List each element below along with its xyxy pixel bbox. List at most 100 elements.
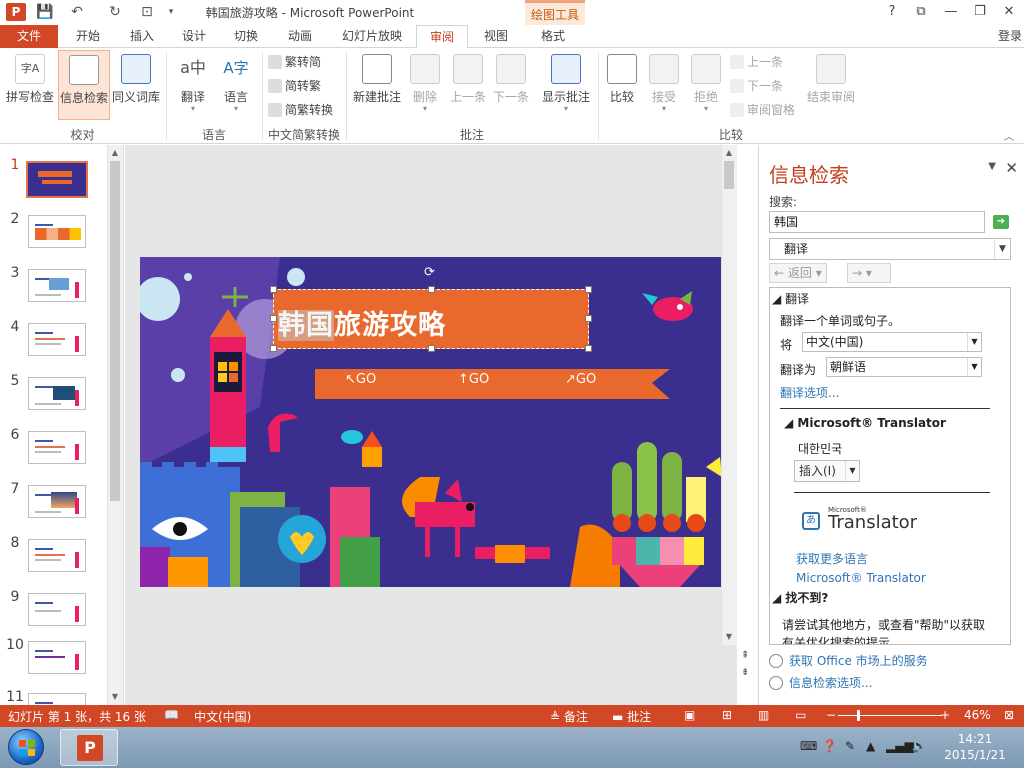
delete-comment-button[interactable]: 删除 ▾ [406,50,444,120]
section-translate-header[interactable]: ◢ 翻译 [772,290,809,307]
language-button[interactable]: A字 语言 ▾ [216,50,256,120]
tab-insert[interactable]: 插入 [120,25,164,48]
slide-thumbnail[interactable] [28,593,86,626]
slide-thumbnail[interactable] [28,693,86,705]
slide-editing-area[interactable]: 韩国旅游攻略 ↖GO ↑GO ↗GO ⟳ ▲ ▼ ⇞ ⇟ [125,145,749,705]
traditional-to-simplified-button[interactable]: 繁转简 [268,52,321,72]
slide-sorter-icon[interactable]: ⊞ [722,708,732,722]
thumbnail-scrollbar[interactable]: ▲ ▼ [107,145,123,705]
accept-button[interactable]: 接受 ▾ [646,50,682,120]
rotate-handle-icon[interactable]: ⟳ [424,265,435,280]
drawing-tools-tab[interactable]: 绘图工具 [525,0,585,25]
help-tray-icon[interactable]: ❓ [822,739,837,753]
translation-options-link[interactable]: 翻译选项... [780,384,839,401]
selected-textbox-frame[interactable] [273,289,589,349]
tab-view[interactable]: 视图 [474,25,518,48]
resize-handle[interactable] [428,286,435,293]
resize-handle[interactable] [270,286,277,293]
slide-thumbnail[interactable] [28,641,86,674]
translate-button[interactable]: a中 翻译 ▾ [172,50,214,120]
volume-icon[interactable]: 🔈 [912,739,927,753]
zoom-in-icon[interactable]: + [940,708,950,722]
tab-home[interactable]: 开始 [66,25,110,48]
resize-handle[interactable] [270,315,277,322]
show-hidden-icons[interactable]: ▲ [866,739,875,753]
tab-format[interactable]: 格式 [530,25,576,48]
notes-button[interactable]: ≜ 备注 [550,708,588,725]
scroll-down-icon[interactable]: ▼ [722,631,736,643]
tab-file[interactable]: 文件 [0,25,58,48]
ms-translator-link[interactable]: Microsoft® Translator [796,571,926,585]
slideshow-icon[interactable]: ▭ [795,708,806,722]
thesaurus-button[interactable]: 同义词库 [111,50,161,120]
simplified-to-traditional-button[interactable]: 简转繁 [268,76,321,96]
slide-thumbnail[interactable] [28,323,86,356]
normal-view-icon[interactable]: ▣ [684,708,695,722]
slide-thumbnail[interactable] [28,215,86,248]
spell-check-button[interactable]: 字A 拼写检查 [4,50,56,120]
slide-thumbnail[interactable] [26,161,88,198]
ribbon-display-options-button[interactable]: ⧉ [908,2,934,22]
close-pane-icon[interactable]: ✕ [1005,159,1018,177]
from-language-select[interactable]: 中文(中国) ▼ [802,332,982,352]
pane-options-icon[interactable]: ▼ [988,161,996,172]
scrollbar-thumb[interactable] [724,161,734,189]
chinese-conversion-button[interactable]: 简繁转换 [268,100,333,120]
forward-button[interactable]: → ▾ [847,263,891,283]
to-language-select[interactable]: 朝鲜语 ▼ [826,357,982,377]
previous-slide-icon[interactable]: ⇞ [741,650,749,661]
get-more-languages-link[interactable]: 获取更多语言 [796,550,868,567]
scroll-down-icon[interactable]: ▼ [108,691,122,703]
sign-in-link[interactable]: 登录 [998,25,1022,48]
search-input[interactable]: 韩国 [769,211,985,233]
zoom-slider[interactable] [838,715,942,716]
tab-review[interactable]: 审阅 [416,25,468,49]
system-clock[interactable]: 14:21 2015/1/21 [935,731,1015,763]
resize-handle[interactable] [585,345,592,352]
next-comment-button[interactable]: 下一条 [490,50,532,120]
reject-button[interactable]: 拒绝 ▾ [688,50,724,120]
slide-thumbnail[interactable] [28,377,86,410]
zoom-slider-thumb[interactable] [857,710,860,721]
compare-button[interactable]: 比较 [604,50,640,120]
ms-translator-header[interactable]: ◢ Microsoft® Translator [784,416,946,430]
resize-handle[interactable] [270,345,277,352]
collapse-ribbon-icon[interactable]: ︿ [1004,128,1014,143]
start-search-icon[interactable]: ➔ [993,215,1009,229]
minimize-button[interactable]: — [938,2,964,22]
research-button[interactable]: 信息检索 [58,50,110,120]
language-status[interactable]: 中文(中国) [194,708,251,725]
previous-change-button[interactable]: 上一条 [730,52,783,72]
scroll-up-icon[interactable]: ▲ [722,147,736,159]
zoom-out-icon[interactable]: − [826,708,836,722]
scroll-up-icon[interactable]: ▲ [108,147,122,159]
slide-thumbnail[interactable] [28,269,86,302]
tab-slideshow[interactable]: 幻灯片放映 [334,25,410,48]
research-service-select[interactable]: 翻译 ▼ [769,238,1011,260]
slide-thumbnail[interactable] [28,485,86,518]
resize-handle[interactable] [428,345,435,352]
slide-thumbnail[interactable] [28,431,86,464]
research-options-link[interactable]: 信息检索选项... [769,674,872,691]
slide-thumbnail[interactable] [28,539,86,572]
not-found-header[interactable]: ◢ 找不到? [772,589,828,606]
end-review-button[interactable]: 结束审阅 [804,50,858,120]
tab-transitions[interactable]: 切换 [224,25,268,48]
office-store-link[interactable]: 获取 Office 市场上的服务 [769,652,928,669]
network-icon[interactable]: ▂▄▆ [886,739,914,753]
new-comment-button[interactable]: 新建批注 [350,50,404,120]
next-change-button[interactable]: 下一条 [730,76,783,96]
previous-comment-button[interactable]: 上一条 [446,50,490,120]
resize-handle[interactable] [585,286,592,293]
help-button[interactable]: ? [879,2,905,22]
reviewing-pane-button[interactable]: 审阅窗格 [730,100,795,120]
zoom-level[interactable]: 46% [964,708,991,722]
reading-view-icon[interactable]: ▥ [758,708,769,722]
fit-to-window-icon[interactable]: ⊠ [1004,708,1014,722]
back-button[interactable]: ← 返回 ▾ [769,263,827,283]
insert-button[interactable]: 插入(I) ▼ [794,460,860,482]
tab-design[interactable]: 设计 [172,25,216,48]
keyboard-icon[interactable]: ⌨ [800,739,817,753]
resize-handle[interactable] [585,315,592,322]
close-button[interactable]: ✕ [996,2,1022,22]
